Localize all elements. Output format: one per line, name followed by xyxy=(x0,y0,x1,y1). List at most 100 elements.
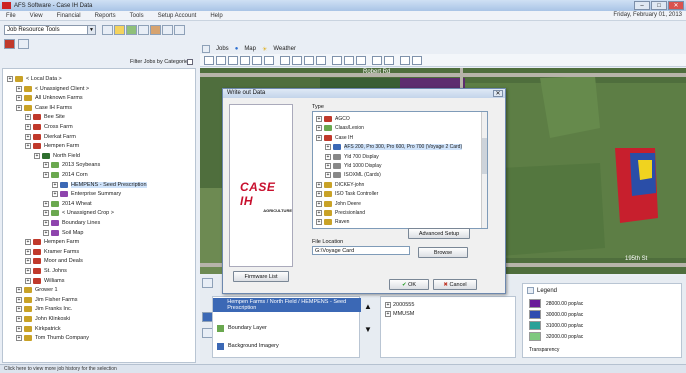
menu-item[interactable]: Help xyxy=(210,13,222,19)
tree-node[interactable]: + Hempen Farm xyxy=(25,142,79,150)
dialog-close-button[interactable]: ✕ xyxy=(493,90,503,97)
expand-icon[interactable]: + xyxy=(52,181,58,188)
layers-icon[interactable] xyxy=(202,278,213,288)
expand-icon[interactable]: + xyxy=(25,239,31,246)
attribute-row[interactable]: + MMUSM xyxy=(385,310,414,318)
close-button[interactable]: ✕ xyxy=(668,1,684,10)
expand-icon[interactable]: + xyxy=(316,200,322,207)
expand-icon[interactable]: + xyxy=(25,114,31,121)
info-tool-icon[interactable] xyxy=(252,56,262,65)
tree-node[interactable]: + Hempen Farm xyxy=(25,238,79,246)
expand-icon[interactable]: + xyxy=(16,306,22,313)
expand-icon[interactable]: + xyxy=(385,302,391,308)
expand-icon[interactable]: + xyxy=(7,76,13,82)
image-icon[interactable] xyxy=(384,56,394,65)
expand-icon[interactable]: + xyxy=(316,181,322,188)
menu-item[interactable]: File xyxy=(6,13,16,19)
tree-node[interactable]: + Enterprise Summary xyxy=(52,190,121,198)
firmware-list-button[interactable]: Firmware List xyxy=(233,271,289,282)
print-icon[interactable] xyxy=(372,56,382,65)
tab-map[interactable]: Map xyxy=(244,46,256,52)
maximize-button[interactable]: □ xyxy=(651,1,667,10)
expand-icon[interactable]: + xyxy=(25,248,31,255)
tree-node[interactable]: + ISO Task Controller xyxy=(316,190,378,198)
pin-icon[interactable] xyxy=(18,39,29,49)
scroll-thumb[interactable] xyxy=(482,138,487,174)
chevron-down-icon[interactable]: ▼ xyxy=(87,26,95,34)
expand-icon[interactable]: + xyxy=(385,311,391,317)
tree-node[interactable]: + ISOXML (Cards) xyxy=(325,171,381,179)
tree-node[interactable]: + North Field xyxy=(34,152,80,160)
minimize-button[interactable]: – xyxy=(634,1,650,10)
tree-node[interactable]: + < Unassigned Client > xyxy=(16,85,89,93)
expand-icon[interactable]: + xyxy=(25,133,31,140)
tree-node[interactable]: + Kirkpatrick xyxy=(16,325,61,333)
expand-icon[interactable]: + xyxy=(325,153,331,160)
expand-icon[interactable]: + xyxy=(25,124,31,130)
tab-jobs[interactable]: Jobs xyxy=(216,46,229,52)
menu-item[interactable]: Financial xyxy=(57,13,81,19)
field-icon[interactable] xyxy=(126,25,137,35)
tree-node[interactable]: +2014 Corn xyxy=(43,171,88,179)
select-tool-icon[interactable] xyxy=(216,56,226,65)
expand-icon[interactable]: + xyxy=(316,219,322,226)
pan-tool-icon[interactable] xyxy=(228,56,238,65)
tree-node[interactable]: + HEMPENS - Seed Prescription xyxy=(52,181,147,189)
edit-shape-icon[interactable] xyxy=(356,56,366,65)
expand-icon[interactable]: + xyxy=(316,191,322,198)
expand-icon[interactable]: + xyxy=(43,220,49,226)
layer-item[interactable]: Hempen Farms / North Field / HEMPENS - S… xyxy=(213,298,361,312)
menu-item[interactable]: View xyxy=(30,13,43,19)
expand-icon[interactable]: + xyxy=(25,277,31,284)
expand-icon[interactable]: + xyxy=(325,172,331,179)
move-down-icon[interactable]: ▼ xyxy=(362,325,374,334)
expand-icon[interactable]: + xyxy=(34,152,40,159)
tree-node[interactable]: + < Unassigned Crop > xyxy=(43,209,114,217)
expand-icon[interactable]: + xyxy=(43,162,49,169)
measure-tool-icon[interactable] xyxy=(240,56,250,65)
expand-icon[interactable]: + xyxy=(316,125,322,132)
tree-node[interactable]: + Yld 1000 Display xyxy=(325,162,382,170)
expand-icon[interactable]: + xyxy=(25,143,31,150)
expand-icon[interactable]: + xyxy=(16,316,22,322)
expand-icon[interactable]: + xyxy=(16,296,22,303)
tree-node[interactable]: + Raven xyxy=(316,218,349,226)
expand-icon[interactable]: + xyxy=(325,144,331,151)
zoom-out-icon[interactable] xyxy=(292,56,302,65)
edit-icon[interactable] xyxy=(138,25,149,35)
tree-node[interactable]: + Bee Site xyxy=(25,113,65,121)
tab-weather[interactable]: Weather xyxy=(273,46,296,52)
filter-checkbox[interactable] xyxy=(187,59,193,65)
layer-item[interactable]: Boundary Layer xyxy=(213,321,361,335)
tree-node[interactable]: + Kramer Farms xyxy=(25,248,79,256)
expand-icon[interactable]: + xyxy=(16,287,22,294)
tree-node[interactable]: + Precisionland xyxy=(316,209,365,217)
ok-button[interactable]: ✔ OK xyxy=(389,279,429,290)
expand-icon[interactable]: + xyxy=(43,200,49,207)
tree-node[interactable]: + Moor and Deals xyxy=(25,257,83,265)
settings-icon[interactable] xyxy=(174,25,185,35)
tree-node[interactable]: + All Unknown Farms xyxy=(16,94,83,102)
tree-node[interactable]: + Yld 700 Display xyxy=(325,153,379,161)
tree-node[interactable]: + AFS 200, Pro 300, Pro 600, Pro 700 (Voy… xyxy=(325,143,463,151)
expand-icon[interactable]: + xyxy=(52,191,58,198)
tree-node[interactable]: + Tom Thumb Company xyxy=(16,334,89,342)
attribute-row[interactable]: + 2000555 xyxy=(385,301,414,309)
expand-icon[interactable]: + xyxy=(25,268,31,274)
expand-icon[interactable]: + xyxy=(316,134,322,141)
layer-item[interactable]: Background Imagery xyxy=(213,339,361,353)
move-up-icon[interactable]: ▲ xyxy=(362,302,374,311)
gps-icon[interactable] xyxy=(400,56,410,65)
expand-icon[interactable]: + xyxy=(25,258,31,265)
tree-node[interactable]: + John Klinkoski xyxy=(16,315,70,323)
tree-node[interactable]: + Soil Map xyxy=(43,229,83,237)
advanced-setup-button[interactable]: Advanced Setup xyxy=(408,228,470,239)
expand-icon[interactable]: + xyxy=(16,325,22,332)
tree-node[interactable]: + Case IH Farms xyxy=(16,104,72,112)
browse-button[interactable]: Browse xyxy=(418,247,468,258)
cancel-button[interactable]: ✖ Cancel xyxy=(433,279,477,290)
pointer-tool-icon[interactable] xyxy=(204,56,214,65)
tree-node[interactable]: + Jim Fisher Farms xyxy=(16,296,77,304)
expand-icon[interactable]: + xyxy=(16,85,22,92)
expand-icon[interactable]: + xyxy=(43,172,49,178)
